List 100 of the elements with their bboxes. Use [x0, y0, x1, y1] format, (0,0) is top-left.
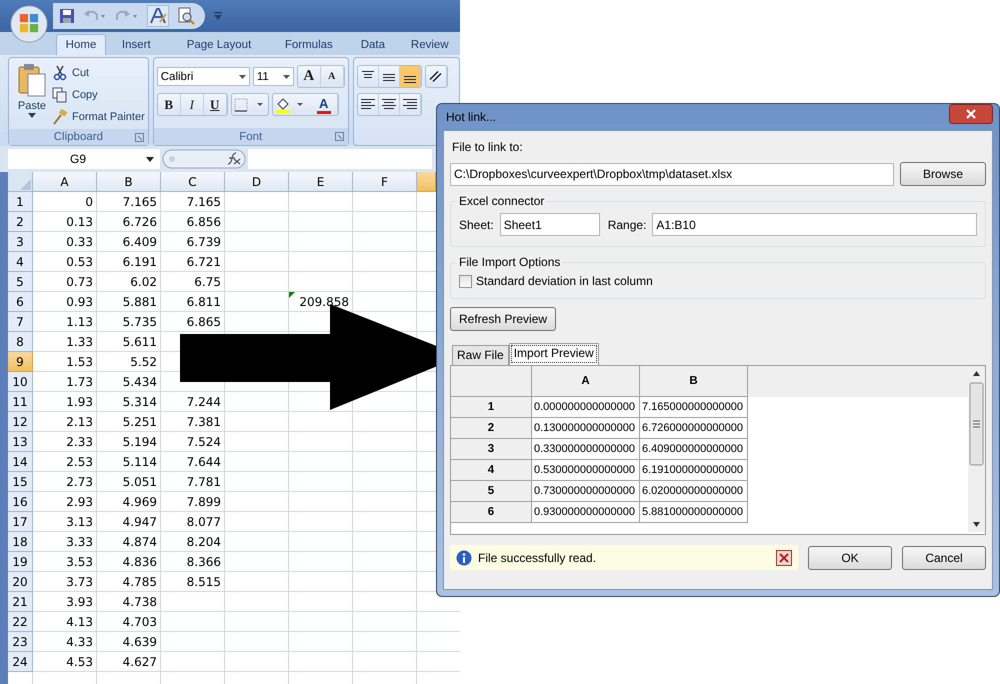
cell-value: 5.314	[122, 395, 157, 409]
align-bottom-icon[interactable]	[400, 66, 421, 87]
cell-value: 4.874	[122, 535, 157, 549]
cell-value: 7.781	[186, 475, 221, 489]
italic-button[interactable]: I	[180, 94, 204, 115]
cancel-button[interactable]: Cancel	[902, 546, 986, 570]
underline-button[interactable]: U	[204, 94, 227, 115]
dialog-launcher-icon[interactable]	[334, 132, 344, 141]
format-painter-button[interactable]: Format Painter	[52, 107, 145, 126]
cell-value: 7.644	[186, 455, 221, 469]
column-header[interactable]: C	[161, 172, 225, 192]
cell-value: 6.856	[186, 215, 221, 229]
cell-value: 0.13	[66, 215, 93, 229]
table-cell: 0.930000000000000	[532, 502, 640, 523]
cell-value: 7.524	[186, 435, 221, 449]
row-header[interactable]: 3	[8, 232, 33, 252]
close-icon[interactable]	[776, 550, 792, 566]
ok-button[interactable]: OK	[808, 546, 892, 570]
font-size-dropdown[interactable]: 11	[252, 67, 294, 86]
paste-button[interactable]: Paste	[12, 61, 52, 126]
row-header[interactable]: 24	[8, 652, 33, 672]
row-header[interactable]: 17	[8, 512, 33, 532]
pen-icon[interactable]	[147, 5, 169, 27]
browse-button[interactable]: Browse	[900, 162, 986, 186]
ribbon-tab[interactable]: Data	[346, 35, 400, 55]
row-header: 6	[451, 502, 532, 523]
ribbon-tab[interactable]: Page Layout	[166, 35, 272, 55]
field-label: Sheet:	[459, 218, 494, 232]
row-header[interactable]: 22	[8, 612, 33, 632]
row-header[interactable]: 23	[8, 632, 33, 652]
column-header[interactable]: A	[33, 172, 97, 192]
cell-value: 5.52	[130, 355, 157, 369]
row-header[interactable]: 7	[8, 312, 33, 332]
row-header: 4	[451, 460, 532, 481]
dialog-launcher-icon[interactable]	[134, 133, 144, 142]
row-header[interactable]: 6	[8, 292, 33, 312]
table-cell: 7.165000000000000	[640, 397, 748, 418]
cut-button[interactable]: Cut	[52, 63, 145, 82]
ribbon-tab[interactable]: Insert	[106, 35, 167, 55]
column-header[interactable]: F	[353, 172, 417, 192]
column-header[interactable]: D	[225, 172, 289, 192]
cell-value: 4.639	[122, 635, 157, 649]
row-header[interactable]: 20	[8, 572, 33, 592]
row-header[interactable]: 12	[8, 412, 33, 432]
row-header[interactable]: 19	[8, 552, 33, 572]
tab[interactable]: Raw File	[452, 345, 509, 365]
save-icon[interactable]	[59, 8, 75, 24]
cell-value: 5.434	[122, 375, 157, 389]
error-indicator-icon[interactable]	[289, 292, 295, 298]
row-header[interactable]: 16	[8, 492, 33, 512]
ribbon-tab[interactable]: Review	[400, 35, 460, 55]
shrink-font-button[interactable]: A	[320, 66, 344, 87]
font-name-dropdown[interactable]: Calibri	[156, 67, 250, 86]
row-header[interactable]: 2	[8, 212, 33, 232]
cell-value: 7.165	[122, 195, 157, 209]
column-header: A	[532, 366, 640, 397]
cell-value: 0.73	[66, 275, 93, 289]
row-header[interactable]: 1	[8, 192, 33, 212]
ribbon-tab[interactable]: Home	[56, 34, 106, 55]
row-header[interactable]: 11	[8, 392, 33, 412]
column-header[interactable]: E	[289, 172, 353, 192]
cell-value: 6.75	[194, 275, 221, 289]
table-cell: 6.409000000000000	[640, 439, 748, 460]
row-header[interactable]: 8	[8, 332, 33, 352]
cell-value: 7.165	[186, 195, 221, 209]
file-path-field[interactable]: C:\Dropboxes\curveexpert\Dropbox\tmp\dataset.xlsx	[450, 162, 894, 186]
row-header[interactable]: 14	[8, 452, 33, 472]
standard-deviation-checkbox[interactable]: Standard deviation in last column	[459, 274, 977, 288]
print-preview-icon[interactable]	[177, 7, 195, 25]
formula-input[interactable]	[248, 149, 432, 169]
bold-button[interactable]: B	[158, 94, 181, 115]
caret-icon	[28, 113, 36, 118]
cell-value: 3.53	[66, 555, 93, 569]
grow-font-button[interactable]: A	[298, 66, 321, 87]
row-header[interactable]: 9	[8, 352, 33, 372]
cell-value: 0.93	[66, 295, 93, 309]
name-box[interactable]: G9	[8, 149, 160, 169]
row-header[interactable]: 4	[8, 252, 33, 272]
function-icon[interactable]	[162, 149, 246, 169]
cell-value: 3.33	[66, 535, 93, 549]
range-field[interactable]: A1:B10	[652, 213, 977, 236]
cell-value: 1.33	[66, 335, 93, 349]
dialog-title: Hot link...	[446, 110, 496, 124]
tab[interactable]: Import Preview	[508, 343, 599, 365]
refresh-preview-button[interactable]: Refresh Preview	[450, 307, 556, 331]
scrollbar[interactable]	[968, 366, 985, 532]
ribbon-tab[interactable]: Formulas	[271, 35, 346, 55]
row-header[interactable]: 10	[8, 372, 33, 392]
close-icon[interactable]	[949, 104, 993, 124]
cell-value: 3.13	[66, 515, 93, 529]
column-header[interactable]: B	[97, 172, 161, 192]
copy-button[interactable]: Copy	[52, 85, 145, 104]
row-header[interactable]: 13	[8, 432, 33, 452]
cell-value: 2.73	[66, 475, 93, 489]
sheet-field[interactable]: Sheet1	[500, 213, 600, 236]
row-header[interactable]: 15	[8, 472, 33, 492]
table-cell: 0.330000000000000	[532, 439, 640, 460]
row-header[interactable]: 5	[8, 272, 33, 292]
row-header[interactable]: 21	[8, 592, 33, 612]
row-header[interactable]: 18	[8, 532, 33, 552]
